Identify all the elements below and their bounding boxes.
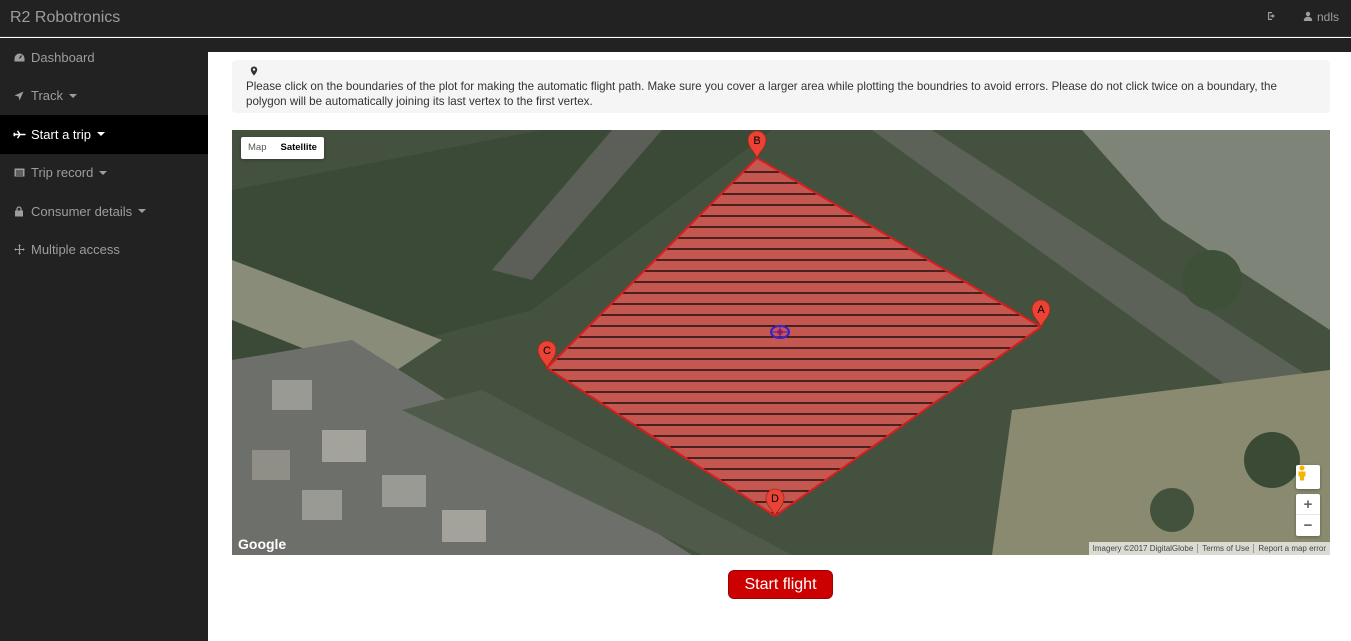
- brand-title[interactable]: R2 Robotronics: [10, 9, 120, 27]
- sidebar-item-track[interactable]: Track: [0, 77, 208, 116]
- building: [322, 430, 366, 462]
- zoom-in-button[interactable]: +: [1296, 494, 1320, 515]
- pegman-icon[interactable]: [1296, 465, 1320, 489]
- tree: [1182, 250, 1242, 310]
- chevron-down-icon: [69, 93, 78, 98]
- start-flight-button[interactable]: Start flight: [728, 570, 833, 599]
- zoom-out-button[interactable]: −: [1296, 515, 1320, 536]
- marker-label: D: [771, 493, 779, 505]
- building: [302, 490, 342, 520]
- imagery-credit: Imagery ©2017 DigitalGlobe: [1092, 544, 1194, 553]
- terms-of-use-link[interactable]: Terms of Use: [1197, 544, 1253, 553]
- map-type-map-button[interactable]: Map: [241, 137, 273, 159]
- user-menu[interactable]: ndls: [1303, 10, 1339, 24]
- lock-icon: [12, 206, 26, 217]
- list-icon: [12, 168, 26, 177]
- google-logo: Google: [238, 536, 287, 552]
- marker-label: C: [543, 345, 551, 357]
- zoom-control: + −: [1296, 494, 1320, 536]
- report-map-error-link[interactable]: Report a map error: [1253, 544, 1330, 553]
- map-canvas[interactable]: A B C D: [232, 130, 1330, 555]
- instruction-panel: Please click on the boundaries of the pl…: [232, 60, 1330, 113]
- plane-icon: [12, 130, 26, 139]
- header-strip: [208, 38, 1351, 52]
- tree: [1244, 432, 1300, 488]
- chevron-down-icon: [138, 209, 147, 214]
- map-marker-icon: [250, 66, 1320, 79]
- sidebar-item-consumer-details[interactable]: Consumer details: [0, 192, 208, 231]
- arrows-icon: [12, 244, 26, 255]
- sidebar-item-label: Dashboard: [31, 49, 95, 65]
- location-arrow-icon: [12, 91, 26, 101]
- map-type-satellite-button[interactable]: Satellite: [273, 137, 323, 159]
- sign-out-icon[interactable]: [1267, 10, 1277, 24]
- user-icon: [1303, 10, 1313, 24]
- building: [272, 380, 312, 410]
- sidebar-item-multiple-access[interactable]: Multiple access: [0, 231, 208, 270]
- satellite-map[interactable]: A B C D Map Satellite + − Google Imagery…: [232, 130, 1330, 555]
- marker-label: A: [1037, 304, 1045, 316]
- dashboard-icon: [12, 53, 26, 62]
- sidebar: Dashboard Track Start a trip Trip record…: [0, 38, 208, 641]
- user-name: ndls: [1316, 10, 1339, 24]
- sidebar-item-trip-record[interactable]: Trip record: [0, 154, 208, 193]
- sidebar-item-label: Consumer details: [31, 203, 133, 219]
- marker-label: B: [753, 135, 760, 147]
- sidebar-item-dashboard[interactable]: Dashboard: [0, 38, 208, 77]
- sidebar-item-label: Multiple access: [31, 242, 120, 258]
- map-type-control: Map Satellite: [241, 137, 324, 159]
- sidebar-item-label: Start a trip: [31, 126, 91, 142]
- center-target-icon: [770, 325, 790, 339]
- top-navbar: R2 Robotronics ndls: [0, 0, 1351, 37]
- sidebar-item-label: Trip record: [31, 165, 94, 181]
- building: [442, 510, 486, 542]
- building: [252, 450, 290, 480]
- instruction-text: Please click on the boundaries of the pl…: [246, 80, 1277, 108]
- chevron-down-icon: [99, 170, 108, 175]
- chevron-down-icon: [96, 132, 105, 137]
- sidebar-item-label: Track: [31, 88, 64, 104]
- building: [382, 475, 426, 507]
- sidebar-item-start-a-trip[interactable]: Start a trip: [0, 115, 208, 154]
- map-attribution: Imagery ©2017 DigitalGlobe Terms of Use …: [1088, 542, 1330, 555]
- tree: [1150, 488, 1194, 532]
